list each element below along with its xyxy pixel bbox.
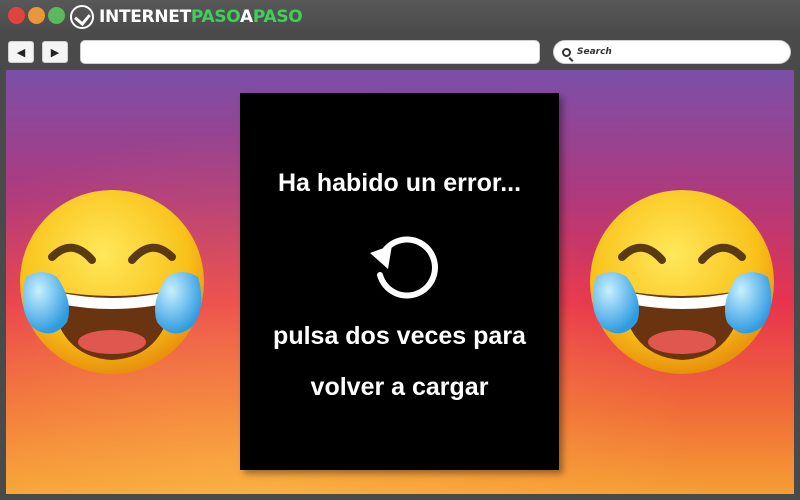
title-bar: INTERNETPASOAPASO bbox=[0, 0, 800, 34]
forward-arrow-icon: ▶ bbox=[50, 46, 60, 59]
address-bar[interactable] bbox=[80, 40, 540, 64]
minimize-button[interactable] bbox=[28, 7, 45, 24]
maximize-button[interactable] bbox=[48, 7, 65, 24]
error-title: Ha habido un error... bbox=[277, 169, 522, 197]
logo-text: INTERNETPASOAPASO bbox=[99, 7, 303, 27]
back-arrow-icon: ◀ bbox=[16, 46, 26, 59]
search-input[interactable]: Search bbox=[553, 40, 791, 64]
face-with-tears-of-joy-icon bbox=[590, 190, 774, 374]
site-logo: INTERNETPASOAPASO bbox=[70, 4, 303, 30]
close-button[interactable] bbox=[8, 7, 25, 24]
logo-check-icon bbox=[70, 5, 94, 29]
error-instruction-line-2: volver a cargar bbox=[310, 373, 489, 401]
browser-window: INTERNETPASOAPASO ◀ ▶ Search Ha habido u… bbox=[0, 0, 800, 500]
error-instruction-line-1: pulsa dos veces para bbox=[273, 322, 526, 350]
browser-toolbar: ◀ ▶ Search bbox=[0, 34, 800, 70]
back-button[interactable]: ◀ bbox=[8, 41, 34, 63]
search-placeholder: Search bbox=[577, 47, 612, 57]
face-with-tears-of-joy-icon bbox=[20, 190, 204, 374]
forward-button[interactable]: ▶ bbox=[42, 41, 68, 63]
error-card[interactable]: Ha habido un error... pulsa dos veces pa… bbox=[240, 93, 559, 470]
page-content: Ha habido un error... pulsa dos veces pa… bbox=[6, 70, 794, 494]
reload-icon[interactable] bbox=[364, 225, 444, 305]
search-icon bbox=[562, 47, 571, 57]
